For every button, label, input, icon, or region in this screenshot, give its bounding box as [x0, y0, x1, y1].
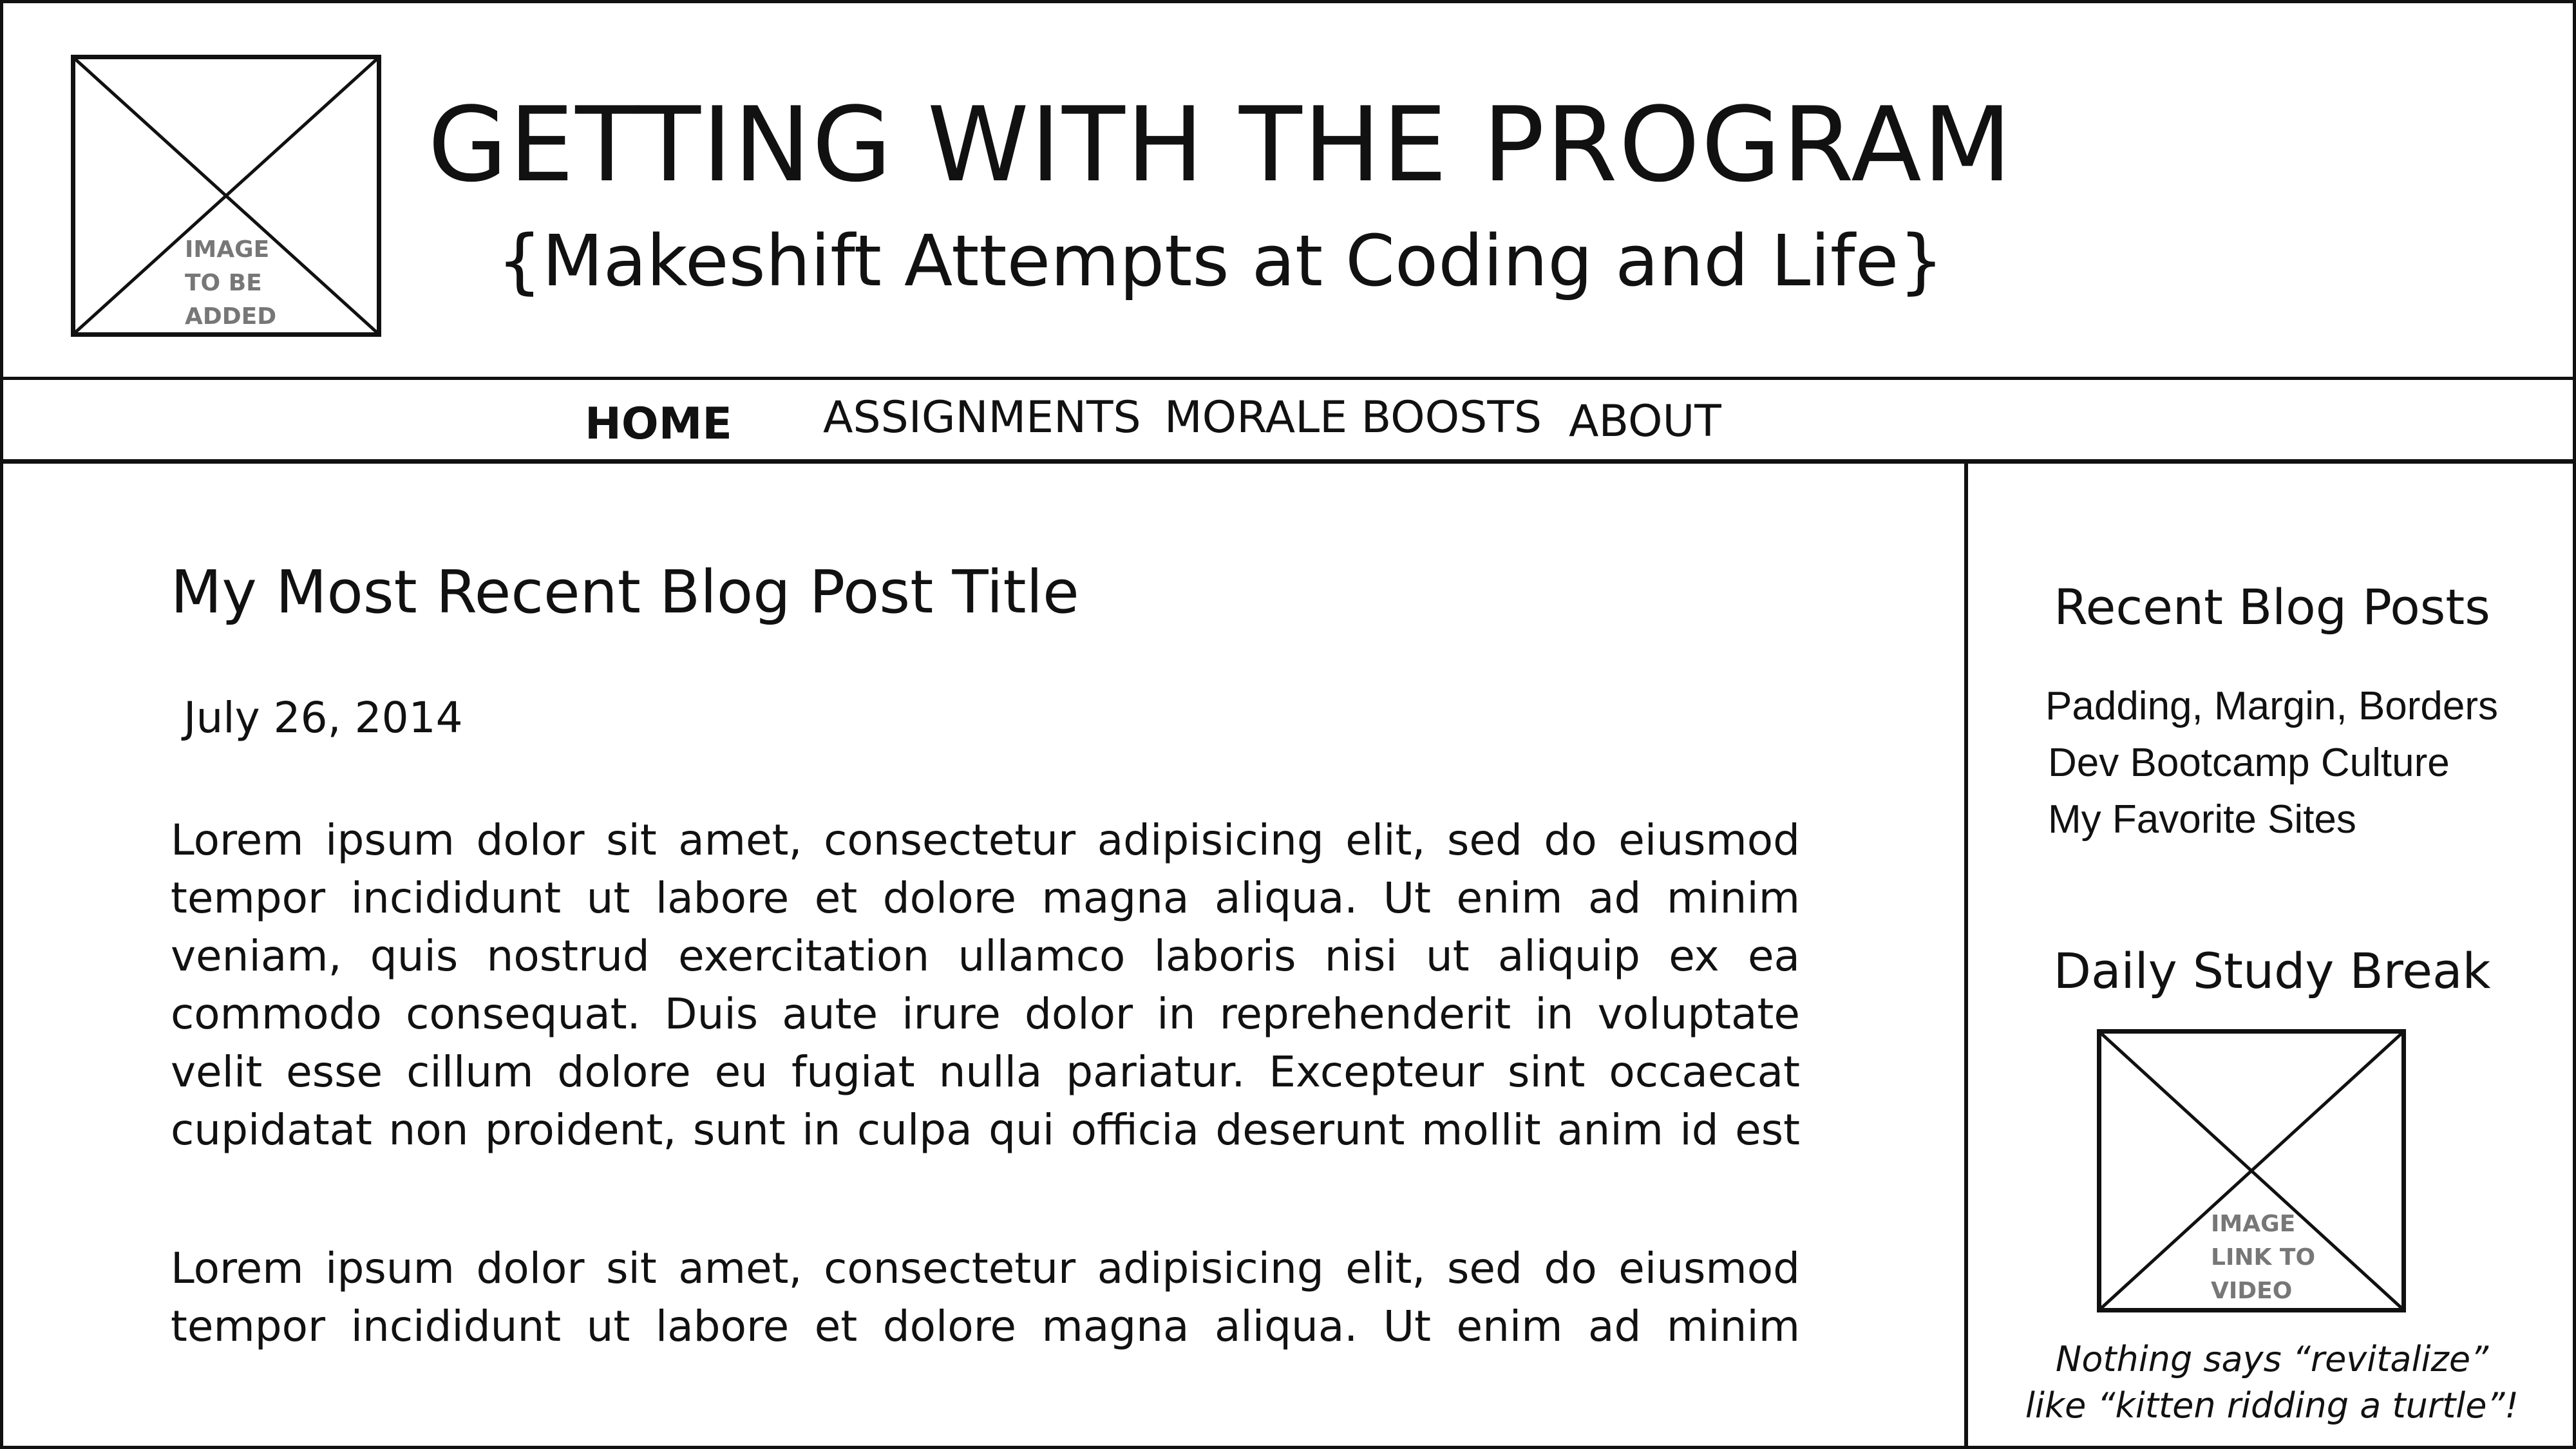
video-image-link[interactable]: IMAGE LINK TO VIDEO — [2097, 1029, 2406, 1312]
recent-post-link[interactable]: My Favorite Sites — [2048, 791, 2498, 848]
site-tagline: {Makeshift Attempts at Coding and Life} — [497, 220, 1944, 302]
site-header: IMAGE TO BE ADDED GETTING WITH THE PROGR… — [0, 0, 2576, 380]
sidebar: Recent Blog Posts Padding, Margin, Borde… — [1964, 464, 2576, 1449]
post-title[interactable]: My Most Recent Blog Post Title — [171, 557, 1079, 628]
post-paragraph: Lorem ipsum dolor sit amet, consectetur … — [171, 1244, 1800, 1351]
recent-post-link[interactable]: Padding, Margin, Borders — [2045, 678, 2498, 735]
post-paragraph: Lorem ipsum dolor sit amet, consectetur … — [171, 815, 1800, 1155]
video-caption: Nothing says “revitalize” like “kitten r… — [2025, 1339, 2519, 1426]
study-break-heading: Daily Study Break — [2053, 942, 2491, 999]
nav-item-assignments[interactable]: ASSIGNMENTS — [823, 389, 1141, 447]
site-title: GETTING WITH THE PROGRAM — [428, 84, 2013, 205]
recent-posts-heading: Recent Blog Posts — [2054, 578, 2490, 636]
main-content: My Most Recent Blog Post Title July 26, … — [0, 464, 1964, 1449]
recent-post-link[interactable]: Dev Bootcamp Culture — [2048, 735, 2498, 791]
nav-item-home[interactable]: HOME — [585, 395, 732, 453]
nav-item-about[interactable]: ABOUT — [1569, 393, 1721, 451]
nav-item-morale-boosts[interactable]: MORALE BOOSTS — [1164, 389, 1542, 447]
post-date: July 26, 2014 — [184, 693, 463, 743]
main-nav: HOME ASSIGNMENTS MORALE BOOSTS ABOUT — [0, 380, 2576, 464]
recent-posts-list: Padding, Margin, Borders Dev Bootcamp Cu… — [2045, 678, 2498, 848]
video-placeholder-label: IMAGE LINK TO VIDEO — [2211, 1211, 2316, 1304]
